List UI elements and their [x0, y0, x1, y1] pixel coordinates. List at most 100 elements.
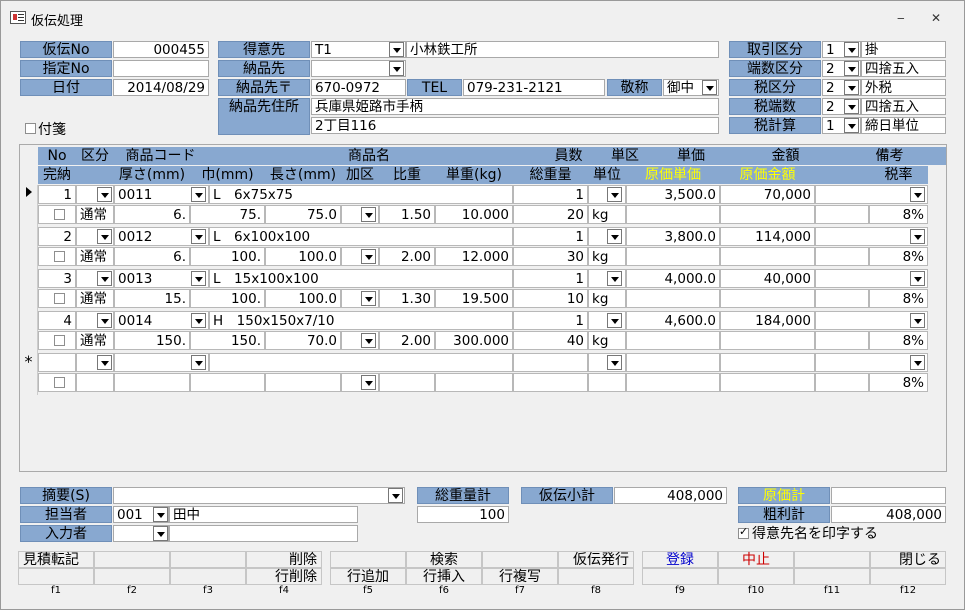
row-name-field[interactable]: H 150x150x7/10 [209, 311, 513, 330]
f2-sub-button[interactable] [94, 568, 170, 585]
f12-sub-button[interactable] [870, 568, 946, 585]
row-kubun-dropdown-icon[interactable] [97, 187, 112, 202]
f3-sub-button[interactable] [170, 568, 246, 585]
row-kaku-dropdown-icon[interactable] [361, 333, 376, 348]
tekiyo-dropdown-icon[interactable] [388, 488, 403, 503]
f4-button[interactable]: 削除 [246, 551, 322, 568]
row-kaku-dropdown-icon[interactable] [361, 291, 376, 306]
newrow-tax-field[interactable]: 8% [869, 373, 928, 392]
newrow-note-dropdown-icon[interactable] [910, 355, 925, 370]
newrow-name-field[interactable] [209, 353, 513, 372]
row-tanju-field[interactable]: 19.500 [435, 289, 513, 308]
row-length-field[interactable]: 100.0 [265, 247, 341, 266]
row-selector[interactable] [20, 227, 38, 269]
f7-sub-button[interactable]: 行複写 [482, 568, 558, 585]
f5-sub-button[interactable]: 行追加 [330, 568, 406, 585]
customer-name-field[interactable]: 小林鉄工所 [406, 41, 719, 58]
row-length-field[interactable]: 100.0 [265, 289, 341, 308]
row-length-field[interactable]: 70.0 [265, 331, 341, 350]
row-kaku-dropdown-icon[interactable] [361, 207, 376, 222]
tanto-dropdown-icon[interactable] [153, 507, 168, 522]
tekiyo-field[interactable] [113, 487, 405, 504]
row-note-dropdown-icon[interactable] [910, 229, 925, 244]
row-thick-field[interactable]: 15. [114, 289, 190, 308]
f8-button[interactable]: 仮伝発行 [558, 551, 634, 568]
row-note-dropdown-icon[interactable] [910, 187, 925, 202]
torihiki-dropdown-icon[interactable] [844, 42, 859, 57]
customer-dropdown-icon[interactable] [389, 42, 404, 57]
kariden-no-field[interactable]: 000455 [113, 41, 209, 58]
f3-button[interactable] [170, 551, 246, 568]
row-width-field[interactable]: 100. [190, 247, 265, 266]
row-kan-checkbox[interactable] [54, 293, 65, 304]
newrow-genka[interactable] [626, 373, 720, 392]
row-tax-field[interactable]: 8% [869, 247, 928, 266]
f5-button[interactable] [330, 551, 406, 568]
f4-sub-button[interactable]: 行削除 [246, 568, 322, 585]
close-icon[interactable]: ✕ [931, 11, 941, 25]
tel-field[interactable]: 079-231-2121 [463, 79, 605, 96]
row-code-dropdown-icon[interactable] [191, 229, 206, 244]
row-code-dropdown-icon[interactable] [191, 313, 206, 328]
row-width-field[interactable]: 75. [190, 205, 265, 224]
row-kubun-dropdown-icon[interactable] [97, 313, 112, 328]
nyuryoku-dropdown-icon[interactable] [153, 526, 168, 541]
address2-field[interactable]: 2丁目116 [311, 117, 719, 134]
newrow-width[interactable] [190, 373, 265, 392]
row-genka-field[interactable] [626, 331, 720, 350]
row-hiju-field[interactable]: 2.00 [379, 247, 435, 266]
row-name-field[interactable]: L 15x100x100 [209, 269, 513, 288]
f1-button[interactable]: 見積転記 [18, 551, 94, 568]
shitei-no-field[interactable] [113, 60, 209, 77]
row-name-field[interactable]: L 6x100x100 [209, 227, 513, 246]
row-unit-dropdown-icon[interactable] [607, 229, 622, 244]
row-price-field[interactable]: 4,000.0 [626, 269, 720, 288]
row-genka-field[interactable] [626, 247, 720, 266]
row-code-dropdown-icon[interactable] [191, 271, 206, 286]
row-tanju-field[interactable]: 10.000 [435, 205, 513, 224]
row-kan-checkbox[interactable] [54, 335, 65, 346]
row-count-field[interactable]: 1 [513, 227, 588, 246]
newrow-price-field[interactable] [626, 353, 720, 372]
row-thick-field[interactable]: 6. [114, 247, 190, 266]
f10-sub-button[interactable] [718, 568, 794, 585]
f11-sub-button[interactable] [794, 568, 870, 585]
newrow-length[interactable] [265, 373, 341, 392]
row-count-field[interactable]: 1 [513, 311, 588, 330]
row-tax-field[interactable]: 8% [869, 289, 928, 308]
row-tax-field[interactable]: 8% [869, 205, 928, 224]
newrow-kubun-dropdown-icon[interactable] [97, 355, 112, 370]
row-genka-field[interactable] [626, 289, 720, 308]
f8-sub-button[interactable] [558, 568, 634, 585]
row-count-field[interactable]: 1 [513, 185, 588, 204]
zip-field[interactable]: 670-0972 [311, 79, 406, 96]
print-name-checkbox[interactable] [738, 525, 749, 539]
row-tanju-field[interactable]: 12.000 [435, 247, 513, 266]
row-kaku-dropdown-icon[interactable] [361, 249, 376, 264]
f6-button[interactable]: 検索 [406, 551, 482, 568]
row-price-field[interactable]: 3,800.0 [626, 227, 720, 246]
row-thick-field[interactable]: 6. [114, 205, 190, 224]
date-field[interactable]: 2014/08/29 [113, 79, 209, 96]
zei-dropdown-icon[interactable] [844, 80, 859, 95]
row-width-field[interactable]: 100. [190, 289, 265, 308]
f9-sub-button[interactable] [642, 568, 718, 585]
row-genka-field[interactable] [626, 205, 720, 224]
newrow-count-field[interactable] [513, 353, 588, 372]
f11-button[interactable] [794, 551, 870, 568]
f7-button[interactable] [482, 551, 558, 568]
row-unit-dropdown-icon[interactable] [607, 313, 622, 328]
tsuki-checkbox[interactable] [25, 123, 36, 134]
row-name-field[interactable]: L 6x75x75 [209, 185, 513, 204]
honorific-dropdown-icon[interactable] [702, 80, 717, 95]
row-code-dropdown-icon[interactable] [191, 187, 206, 202]
row-tanju-field[interactable]: 300.000 [435, 331, 513, 350]
row-kubun-dropdown-icon[interactable] [97, 229, 112, 244]
newrow-kan-checkbox[interactable] [54, 377, 65, 388]
f2-button[interactable] [94, 551, 170, 568]
zeikeisan-dropdown-icon[interactable] [844, 118, 859, 133]
row-length-field[interactable]: 75.0 [265, 205, 341, 224]
f12-button[interactable]: 閉じる [870, 551, 946, 568]
address1-field[interactable]: 兵庫県姫路市手柄 [311, 98, 719, 115]
newrow-thick[interactable] [114, 373, 190, 392]
